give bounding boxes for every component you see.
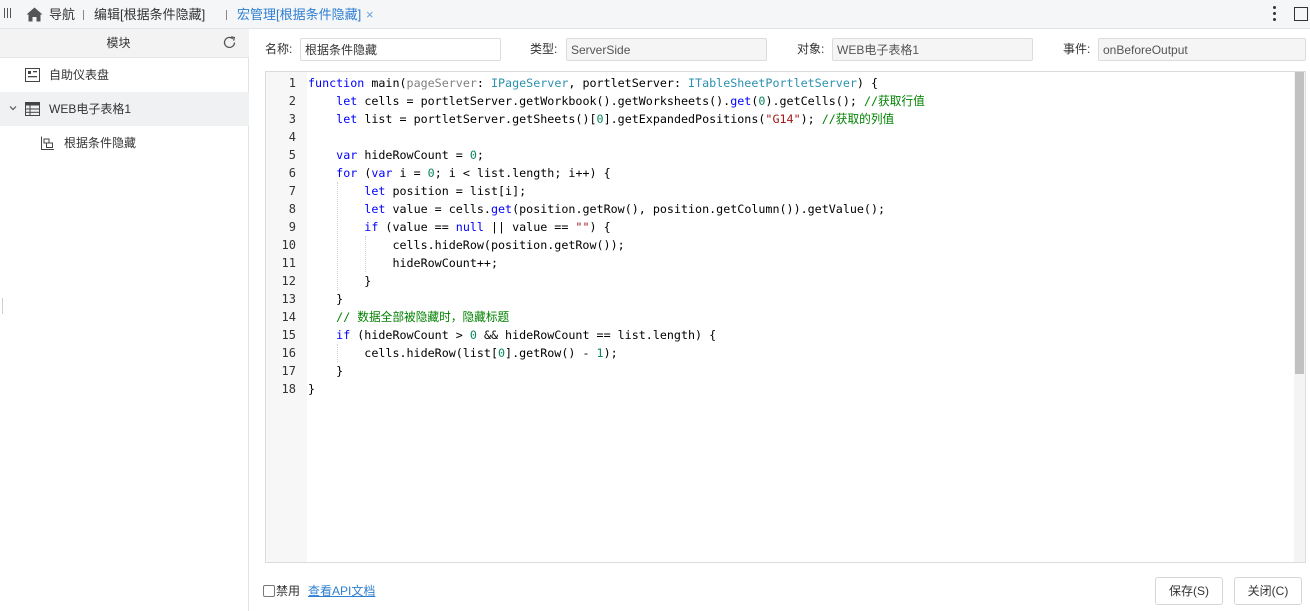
code-line: var hideRowCount = 0; bbox=[336, 148, 484, 162]
disable-label: 禁用 bbox=[276, 584, 301, 598]
panel-resizer[interactable] bbox=[2, 298, 3, 314]
tab-close-icon[interactable]: × bbox=[366, 0, 374, 29]
disable-checkbox[interactable] bbox=[263, 585, 275, 597]
home-icon[interactable] bbox=[26, 7, 43, 22]
indent-guide bbox=[337, 344, 338, 362]
indent-guide bbox=[337, 182, 338, 290]
tab-edit[interactable]: 编辑[根据条件隐藏] bbox=[94, 0, 205, 29]
sidebar-item-label: 根据条件隐藏 bbox=[64, 136, 137, 150]
code-line: for (var i = 0; i < list.length; i++) { bbox=[336, 166, 611, 180]
type-field[interactable] bbox=[566, 38, 767, 61]
more-options-icon[interactable] bbox=[1273, 6, 1277, 22]
name-label: 名称: bbox=[265, 42, 293, 56]
code-line: } bbox=[308, 382, 316, 396]
sidebar-header: 模块 bbox=[0, 29, 249, 58]
line-number: 18 bbox=[281, 382, 296, 396]
code-line: function main(pageServer: IPageServer, p… bbox=[308, 76, 879, 90]
spreadsheet-icon bbox=[25, 102, 40, 116]
sidebar-item-label: WEB电子表格1 bbox=[49, 102, 132, 116]
menu-icon[interactable] bbox=[4, 8, 14, 20]
refresh-icon[interactable] bbox=[222, 35, 237, 50]
line-number: 1 bbox=[288, 76, 296, 90]
tab-separator bbox=[226, 10, 227, 20]
sidebar-item-web-spreadsheet[interactable]: WEB电子表格1 bbox=[0, 92, 249, 126]
save-button[interactable]: 保存(S) bbox=[1155, 577, 1223, 605]
maximize-icon[interactable] bbox=[1294, 7, 1308, 21]
dashboard-icon bbox=[25, 68, 40, 82]
code-line: } bbox=[308, 274, 372, 288]
code-line: } bbox=[308, 292, 344, 306]
name-field[interactable] bbox=[300, 38, 501, 61]
line-number: 14 bbox=[281, 310, 296, 324]
tab-nav[interactable]: 导航 bbox=[49, 0, 75, 29]
line-number: 16 bbox=[281, 346, 296, 360]
type-label: 类型: bbox=[530, 42, 558, 56]
tab-macro[interactable]: 宏管理[根据条件隐藏] bbox=[237, 0, 361, 29]
indent-guide bbox=[365, 236, 366, 272]
sidebar-item-label: 自助仪表盘 bbox=[49, 68, 110, 82]
line-number: 13 bbox=[281, 292, 296, 306]
line-number: 2 bbox=[288, 94, 296, 108]
line-number: 4 bbox=[288, 130, 296, 144]
code-line: cells.hideRow(position.getRow()); bbox=[308, 238, 625, 252]
code-line: } bbox=[308, 364, 344, 378]
code-line: let position = list[i]; bbox=[364, 184, 527, 198]
module-sidebar: 模块 自助仪表盘 WEB电子表格1 根据条件隐藏 bbox=[0, 29, 249, 611]
code-line: let cells = portletServer.getWorkbook().… bbox=[336, 94, 925, 108]
sidebar-item-dashboard[interactable]: 自助仪表盘 bbox=[0, 58, 249, 92]
line-number: 11 bbox=[281, 256, 296, 270]
editor-scrollbar-thumb[interactable] bbox=[1295, 72, 1304, 374]
event-field[interactable] bbox=[1098, 38, 1306, 61]
line-number: 3 bbox=[288, 112, 296, 126]
line-number: 7 bbox=[288, 184, 296, 198]
object-field[interactable] bbox=[832, 38, 1033, 61]
code-line: cells.hideRow(list[0].getRow() - 1); bbox=[308, 346, 618, 360]
code-line: // 数据全部被隐藏时，隐藏标题 bbox=[336, 310, 510, 324]
code-line: let list = portletServer.getSheets()[0].… bbox=[336, 112, 895, 126]
line-number: 9 bbox=[288, 220, 296, 234]
sidebar-title: 模块 bbox=[106, 36, 131, 50]
code-line: if (value == null || value == "") { bbox=[364, 220, 611, 234]
code-editor[interactable]: 1 2 3 4 5 6 7 8 9 10 11 12 13 14 15 16 17 18 function mai… bbox=[265, 71, 1306, 563]
line-number: 15 bbox=[281, 328, 296, 342]
line-number: 8 bbox=[288, 202, 296, 216]
line-number: 5 bbox=[288, 148, 296, 162]
line-number: 12 bbox=[281, 274, 296, 288]
line-number: 6 bbox=[288, 166, 296, 180]
line-number: 10 bbox=[281, 238, 296, 252]
sidebar-item-macro[interactable]: 根据条件隐藏 bbox=[0, 126, 249, 160]
close-button[interactable]: 关闭(C) bbox=[1234, 577, 1302, 605]
tab-bar: 导航 编辑[根据条件隐藏] 宏管理[根据条件隐藏] × bbox=[0, 0, 1310, 29]
code-line: let value = cells.get(position.getRow(),… bbox=[364, 202, 886, 216]
code-line: if (hideRowCount > 0 && hideRowCount == … bbox=[336, 328, 717, 342]
tab-separator bbox=[83, 10, 84, 20]
api-docs-link[interactable]: 查看API文档 bbox=[308, 583, 375, 599]
line-number-gutter: 1 2 3 4 5 6 7 8 9 10 11 12 13 14 15 16 17 18 bbox=[266, 72, 307, 562]
line-number: 17 bbox=[281, 364, 296, 378]
event-label: 事件: bbox=[1063, 42, 1091, 56]
chevron-down-icon[interactable] bbox=[9, 104, 17, 112]
object-label: 对象: bbox=[797, 42, 825, 56]
macro-icon bbox=[41, 136, 54, 150]
